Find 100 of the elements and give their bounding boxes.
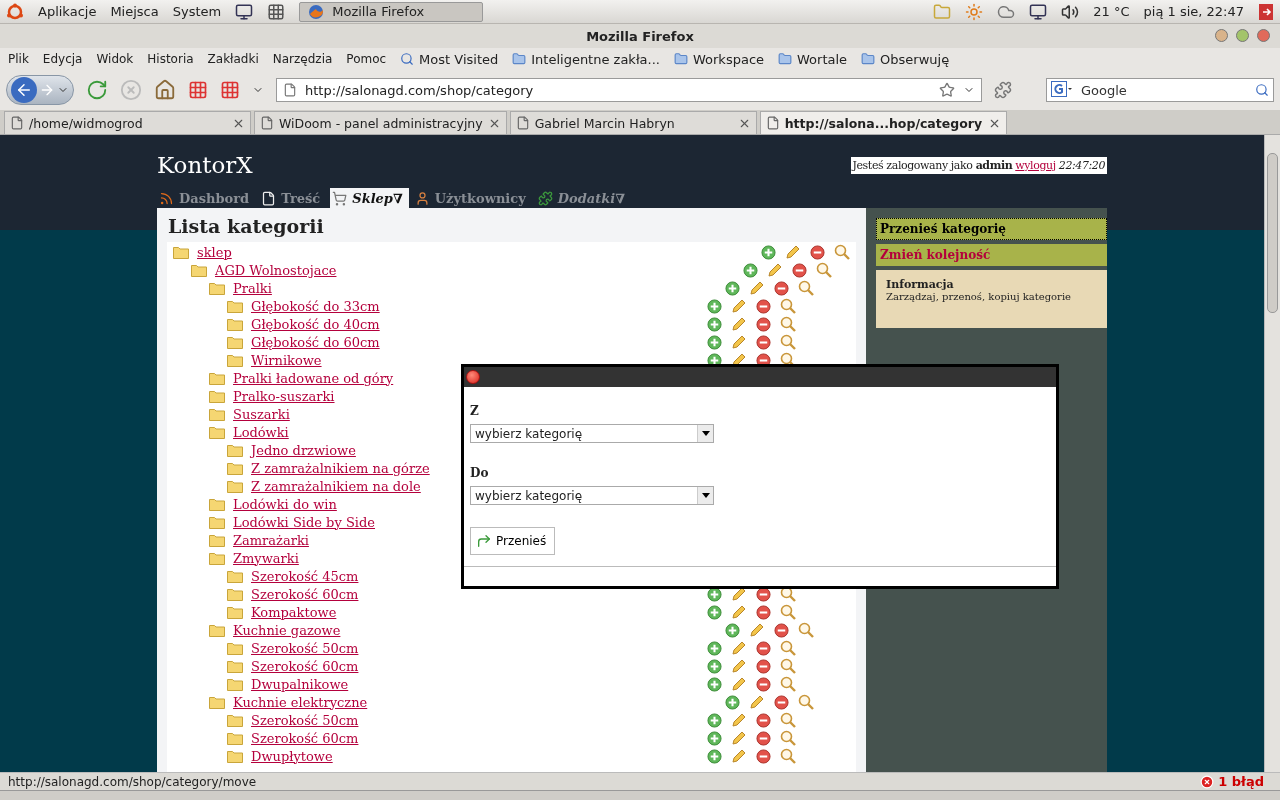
menu-item[interactable]: Historia xyxy=(147,52,194,66)
category-link[interactable]: Pralki ładowane od góry xyxy=(233,370,394,386)
browser-tab[interactable]: /home/widmogrod xyxy=(4,111,251,134)
category-link[interactable]: Z zamrażalnikiem na górze xyxy=(251,460,430,476)
workspace-switcher-icon[interactable] xyxy=(267,2,286,21)
grid-icon[interactable] xyxy=(220,80,240,100)
menu-item[interactable]: Widok xyxy=(96,52,134,66)
browser-tab[interactable]: Gabriel Marcin Habryn xyxy=(509,111,757,134)
menu-item[interactable]: Narzędzia xyxy=(272,52,333,66)
category-link[interactable]: Pralki xyxy=(233,280,272,296)
bookmark[interactable]: Inteligentne zakła... xyxy=(512,51,660,67)
category-link[interactable]: Głębokość do 60cm xyxy=(251,334,380,350)
category-select[interactable]: wybierz kategorię xyxy=(470,424,714,443)
category-link[interactable]: Szerokość 50cm xyxy=(251,640,359,656)
grid-icon[interactable] xyxy=(188,80,208,100)
bookmark[interactable]: Wortale xyxy=(778,51,848,67)
delete-icon[interactable] xyxy=(756,730,771,746)
close-icon[interactable] xyxy=(466,370,480,384)
caret-icon[interactable] xyxy=(701,431,710,436)
delete-icon[interactable] xyxy=(756,658,771,674)
logout-link[interactable]: wyloguj xyxy=(1015,159,1056,172)
browser-tab[interactable]: WiDoom - panel administracyjny xyxy=(254,111,507,134)
bookmark[interactable]: Workspace xyxy=(673,51,765,67)
address-field[interactable]: http://salonagd.com/shop/category xyxy=(276,78,982,102)
category-link[interactable]: Szerokość 60cm xyxy=(251,658,359,674)
delete-icon[interactable] xyxy=(756,604,771,620)
delete-icon[interactable] xyxy=(774,622,789,638)
home-icon[interactable] xyxy=(154,79,176,101)
move-button[interactable]: Przenieś xyxy=(470,527,555,555)
category-link[interactable]: Wirnikowe xyxy=(251,352,322,368)
category-link[interactable]: Głębokość do 40cm xyxy=(251,316,380,332)
power-icon[interactable] xyxy=(1258,2,1274,21)
category-link[interactable]: Suszarki xyxy=(233,406,290,422)
category-link[interactable]: Lodówki do win xyxy=(233,496,337,512)
addon-icon[interactable] xyxy=(994,81,1012,99)
back-forward-button[interactable] xyxy=(6,75,74,105)
category-link[interactable]: Pralko-suszarki xyxy=(233,388,335,404)
panel-menu[interactable]: Miejsca xyxy=(110,4,159,19)
delete-icon[interactable] xyxy=(756,676,771,692)
menu-item[interactable]: Plik xyxy=(8,52,29,66)
nav-tab[interactable]: Dodatki∇ xyxy=(535,188,631,208)
delete-icon[interactable] xyxy=(756,316,771,332)
category-link[interactable]: Lodówki xyxy=(233,424,289,440)
category-link[interactable]: Kuchnie elektryczne xyxy=(233,694,368,710)
temperature[interactable]: 21 °C xyxy=(1093,4,1130,19)
category-link[interactable]: Szerokość 45cm xyxy=(251,568,359,584)
category-link[interactable]: Zmywarki xyxy=(233,550,299,566)
panel-menu[interactable]: Aplikacje xyxy=(38,4,97,19)
category-select[interactable]: wybierz kategorię xyxy=(470,486,714,505)
volume-icon[interactable] xyxy=(1061,2,1080,21)
folder-icon[interactable] xyxy=(933,2,952,21)
delete-icon[interactable] xyxy=(756,748,771,764)
maximize-button[interactable] xyxy=(1236,29,1249,42)
minimize-button[interactable] xyxy=(1215,29,1228,42)
search-engine-icon[interactable] xyxy=(1051,80,1073,97)
category-link[interactable]: Jedno drzwiowe xyxy=(251,442,356,458)
search-box[interactable]: Google xyxy=(1046,78,1274,102)
category-link[interactable]: sklep xyxy=(197,244,232,260)
delete-icon[interactable] xyxy=(810,244,825,260)
close-button[interactable] xyxy=(1257,29,1270,42)
category-link[interactable]: Z zamrażalnikiem na dole xyxy=(251,478,421,494)
nav-tab[interactable]: Dashbord xyxy=(157,188,256,208)
nav-tab[interactable]: Użytkownicy xyxy=(412,188,532,208)
star-icon[interactable] xyxy=(939,82,955,98)
category-link[interactable]: Kompaktowe xyxy=(251,604,337,620)
category-link[interactable]: Dwupalnikowe xyxy=(251,676,349,692)
bookmark[interactable]: Most Visited xyxy=(400,51,499,67)
category-link[interactable]: Dwupłytowe xyxy=(251,748,333,764)
browser-tab[interactable]: http://salona...hop/category xyxy=(759,111,1007,134)
menu-item[interactable]: Edycja xyxy=(42,52,83,66)
caret-icon[interactable] xyxy=(701,493,710,498)
panel-menu[interactable]: System xyxy=(172,4,222,19)
category-link[interactable]: Szerokość 50cm xyxy=(251,712,359,728)
delete-icon[interactable] xyxy=(756,334,771,350)
delete-icon[interactable] xyxy=(774,694,789,710)
desktop-icon[interactable] xyxy=(235,2,254,21)
category-link[interactable]: Lodówki Side by Side xyxy=(233,514,375,530)
nav-tab[interactable]: Sklep∇ xyxy=(330,188,409,208)
delete-icon[interactable] xyxy=(756,298,771,314)
nav-tab[interactable]: Treść xyxy=(259,188,327,208)
error-count[interactable]: 1 błąd xyxy=(1200,774,1264,789)
delete-icon[interactable] xyxy=(756,712,771,728)
pencil-icon[interactable] xyxy=(731,586,747,602)
updates-icon[interactable] xyxy=(965,2,984,21)
menu-item[interactable]: Pomoc xyxy=(346,52,387,66)
logo-icon[interactable] xyxy=(6,2,24,21)
category-link[interactable]: Zamrażarki xyxy=(233,532,309,548)
sidebar-link[interactable]: Przenieś kategorię xyxy=(876,218,1107,240)
delete-icon[interactable] xyxy=(756,640,771,656)
network-icon[interactable] xyxy=(1029,2,1048,21)
delete-icon[interactable] xyxy=(792,262,807,278)
taskbar-button[interactable]: Mozilla Firefox xyxy=(299,1,484,22)
category-link[interactable]: Kuchnie gazowe xyxy=(233,622,341,638)
clock[interactable]: pią 1 sie, 22:47 xyxy=(1143,4,1244,19)
scrollbar[interactable] xyxy=(1264,135,1280,772)
reload-icon[interactable] xyxy=(86,79,108,101)
scroll-thumb[interactable] xyxy=(1267,153,1278,313)
delete-icon[interactable] xyxy=(774,280,789,296)
category-link[interactable]: Głębokość do 33cm xyxy=(251,298,380,314)
category-link[interactable]: Szerokość 60cm xyxy=(251,730,359,746)
